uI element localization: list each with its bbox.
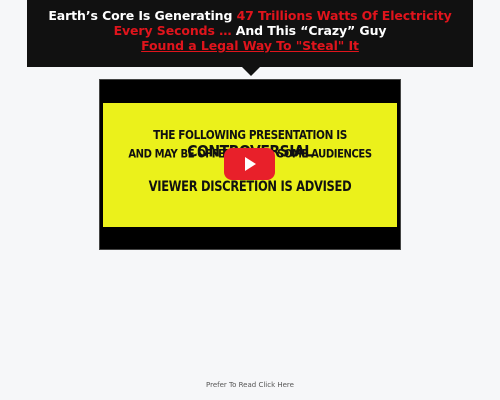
play-button[interactable] [224,148,275,180]
sales-page: Earth’s Core Is Generating 47 Trillions … [0,0,500,400]
headline-part3: And This “Crazy” Guy [231,23,387,38]
headline-text: Earth’s Core Is Generating 47 Trillions … [48,8,451,38]
headline-banner: Earth’s Core Is Generating 47 Trillions … [27,0,473,67]
slide-line-1-prefix: THE FOLLOWING PRESENTATION IS [153,128,347,143]
headline-part1: Earth’s Core Is Generating [48,8,237,23]
prefer-to-read-link[interactable]: Prefer To Read Click Here [0,381,500,389]
slide-line-3: VIEWER DISCRETION IS ADVISED [148,177,352,195]
banner-pointer [242,67,260,76]
headline-link[interactable]: Found a Legal Way To "Steal" It [141,38,359,53]
play-icon [245,157,256,171]
